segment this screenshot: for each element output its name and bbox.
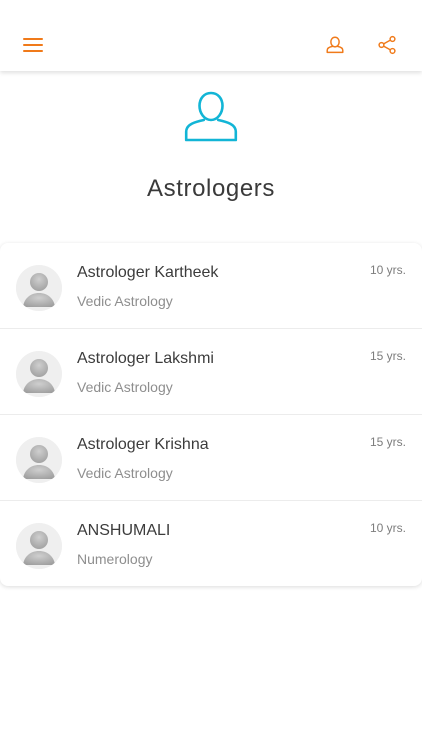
experience-label: 10 yrs. [369,521,406,535]
astrologer-name: Astrologer Krishna [77,436,209,453]
avatar-placeholder-icon [16,523,62,569]
astrologer-name: Astrologer Lakshmi [77,350,214,367]
astrologer-specialty: Vedic Astrology [77,465,173,481]
avatar [16,351,62,397]
astrologer-specialty: Vedic Astrology [77,379,173,395]
avatar [16,265,62,311]
profile-button[interactable] [318,28,352,62]
astrologers-screen: Astrologers Astrologer Kartheek Vedic As… [0,0,422,750]
user-icon [184,91,238,142]
avatar [16,437,62,483]
astrologer-list: Astrologer Kartheek Vedic Astrology 10 y… [0,243,422,586]
astrologer-name: ANSHUMALI [77,522,171,539]
astrologer-item[interactable]: ANSHUMALI Numerology 10 yrs. [0,501,422,586]
experience-label: 10 yrs. [369,263,406,277]
experience-label: 15 yrs. [369,435,406,449]
astrologer-item[interactable]: Astrologer Kartheek Vedic Astrology 10 y… [0,243,422,329]
share-button[interactable] [370,28,404,62]
share-icon [378,35,396,55]
avatar-placeholder-icon [16,437,62,483]
avatar-placeholder-icon [16,265,62,311]
astrologer-specialty: Vedic Astrology [77,293,173,309]
profile-icon [326,36,344,54]
menu-button[interactable] [16,28,50,62]
astrologer-item[interactable]: Astrologer Lakshmi Vedic Astrology 15 yr… [0,329,422,415]
header-section: Astrologers [0,71,422,241]
top-app-bar [0,0,422,71]
experience-label: 15 yrs. [369,349,406,363]
page-title: Astrologers [147,175,275,202]
astrologer-item[interactable]: Astrologer Krishna Vedic Astrology 15 yr… [0,415,422,501]
avatar-placeholder-icon [16,351,62,397]
menu-icon [23,38,43,52]
avatar [16,523,62,569]
astrologer-name: Astrologer Kartheek [77,264,219,281]
astrologer-specialty: Numerology [77,551,153,567]
